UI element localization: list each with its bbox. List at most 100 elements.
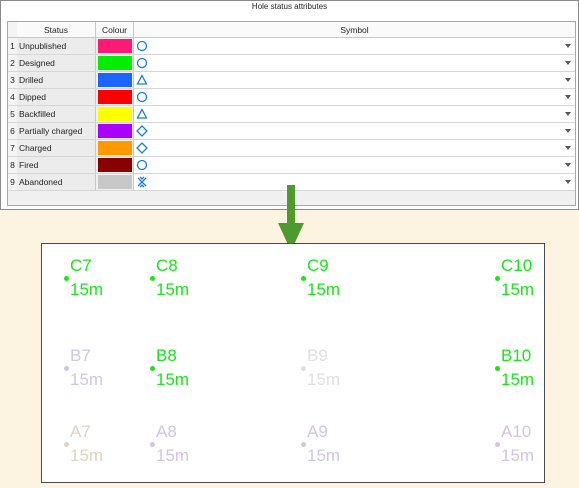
hole-name: C9 xyxy=(307,256,329,275)
hole-depth: 15m xyxy=(156,446,190,465)
blast-hole[interactable]: C9 15m xyxy=(301,256,361,304)
chevron-down-icon[interactable] xyxy=(565,61,571,65)
blast-hole[interactable]: A10 15m xyxy=(495,422,555,470)
header-status[interactable]: Status xyxy=(17,22,96,37)
colour-swatch[interactable] xyxy=(98,73,132,87)
colour-cell[interactable] xyxy=(96,106,134,122)
blast-hole[interactable]: B8 15m xyxy=(150,346,210,394)
colour-swatch[interactable] xyxy=(98,124,132,138)
colour-swatch[interactable] xyxy=(98,107,132,121)
header-colour[interactable]: Colour xyxy=(96,22,134,37)
hole-name: A8 xyxy=(156,422,177,441)
hole-marker[interactable] xyxy=(301,442,306,447)
hole-marker[interactable] xyxy=(301,276,306,281)
status-row[interactable]: 7 Charged xyxy=(8,140,575,157)
hole-marker[interactable] xyxy=(150,366,155,371)
hole-marker[interactable] xyxy=(150,276,155,281)
status-label[interactable]: Fired xyxy=(17,157,96,173)
hole-depth: 15m xyxy=(156,370,190,389)
symbol-dropdown[interactable] xyxy=(134,174,575,190)
status-label[interactable]: Charged xyxy=(17,140,96,156)
colour-cell[interactable] xyxy=(96,140,134,156)
symbol-dropdown[interactable] xyxy=(134,140,575,156)
blast-hole[interactable]: B9 15m xyxy=(301,346,361,394)
symbol-dropdown[interactable] xyxy=(134,72,575,88)
symbol-dropdown[interactable] xyxy=(134,38,575,54)
hole-name: C8 xyxy=(156,256,178,275)
status-label[interactable]: Backfilled xyxy=(17,106,96,122)
status-label[interactable]: Abandoned xyxy=(17,174,96,190)
colour-swatch[interactable] xyxy=(98,158,132,172)
colour-cell[interactable] xyxy=(96,174,134,190)
status-row[interactable]: 2 Designed xyxy=(8,55,575,72)
hole-marker[interactable] xyxy=(64,276,69,281)
hole-marker[interactable] xyxy=(64,366,69,371)
status-label[interactable]: Designed xyxy=(17,55,96,71)
row-number: 1 xyxy=(8,38,17,54)
colour-swatch[interactable] xyxy=(98,141,132,155)
chevron-down-icon[interactable] xyxy=(565,78,571,82)
status-row[interactable]: 5 Backfilled xyxy=(8,106,575,123)
colour-cell[interactable] xyxy=(96,157,134,173)
chevron-down-icon[interactable] xyxy=(565,112,571,116)
hole-depth: 15m xyxy=(156,280,190,299)
symbol-dropdown[interactable] xyxy=(134,55,575,71)
hole-depth: 15m xyxy=(70,370,104,389)
blast-hole[interactable]: C8 15m xyxy=(150,256,210,304)
blast-hole[interactable]: A8 15m xyxy=(150,422,210,470)
colour-cell[interactable] xyxy=(96,89,134,105)
blast-hole[interactable]: A9 15m xyxy=(301,422,361,470)
row-number: 8 xyxy=(8,157,17,173)
blast-hole[interactable]: C10 15m xyxy=(495,256,555,304)
hole-marker[interactable] xyxy=(64,442,69,447)
status-row[interactable]: 8 Fired xyxy=(8,157,575,174)
colour-swatch[interactable] xyxy=(98,56,132,70)
blast-hole[interactable]: C7 15m xyxy=(64,256,124,304)
hole-marker[interactable] xyxy=(301,366,306,371)
hole-name: B7 xyxy=(70,346,91,365)
header-corner xyxy=(8,22,17,37)
status-label[interactable]: Partially charged xyxy=(17,123,96,139)
circle-symbol-icon xyxy=(136,159,148,171)
chevron-down-icon[interactable] xyxy=(565,146,571,150)
blast-hole[interactable]: B7 15m xyxy=(64,346,124,394)
status-row[interactable]: 1 Unpublished xyxy=(8,38,575,55)
symbol-dropdown[interactable] xyxy=(134,123,575,139)
hole-marker[interactable] xyxy=(150,442,155,447)
hole-depth: 15m xyxy=(501,280,535,299)
colour-swatch[interactable] xyxy=(98,39,132,53)
row-number: 7 xyxy=(8,140,17,156)
hole-marker[interactable] xyxy=(495,366,500,371)
symbol-dropdown[interactable] xyxy=(134,106,575,122)
blast-hole[interactable]: B10 15m xyxy=(495,346,555,394)
hole-depth: 15m xyxy=(501,370,535,389)
symbol-dropdown[interactable] xyxy=(134,157,575,173)
status-label[interactable]: Unpublished xyxy=(17,38,96,54)
blast-hole[interactable]: A7 15m xyxy=(64,422,124,470)
hole-marker[interactable] xyxy=(495,276,500,281)
hole-depth: 15m xyxy=(501,446,535,465)
hole-marker[interactable] xyxy=(495,442,500,447)
chevron-down-icon[interactable] xyxy=(565,163,571,167)
colour-cell[interactable] xyxy=(96,123,134,139)
chevron-down-icon[interactable] xyxy=(565,129,571,133)
hole-name: C7 xyxy=(70,256,92,275)
status-label[interactable]: Dipped xyxy=(17,89,96,105)
colour-swatch[interactable] xyxy=(98,90,132,104)
hole-depth: 15m xyxy=(70,446,104,465)
symbol-dropdown[interactable] xyxy=(134,89,575,105)
colour-cell[interactable] xyxy=(96,55,134,71)
header-symbol[interactable]: Symbol xyxy=(134,22,575,37)
colour-cell[interactable] xyxy=(96,72,134,88)
circle-symbol-icon xyxy=(136,91,148,103)
chevron-down-icon[interactable] xyxy=(565,95,571,99)
colour-swatch[interactable] xyxy=(98,175,132,189)
hole-name: C10 xyxy=(501,256,533,275)
chevron-down-icon[interactable] xyxy=(565,44,571,48)
status-row[interactable]: 6 Partially charged xyxy=(8,123,575,140)
status-row[interactable]: 3 Drilled xyxy=(8,72,575,89)
chevron-down-icon[interactable] xyxy=(565,180,571,184)
status-label[interactable]: Drilled xyxy=(17,72,96,88)
status-row[interactable]: 4 Dipped xyxy=(8,89,575,106)
colour-cell[interactable] xyxy=(96,38,134,54)
